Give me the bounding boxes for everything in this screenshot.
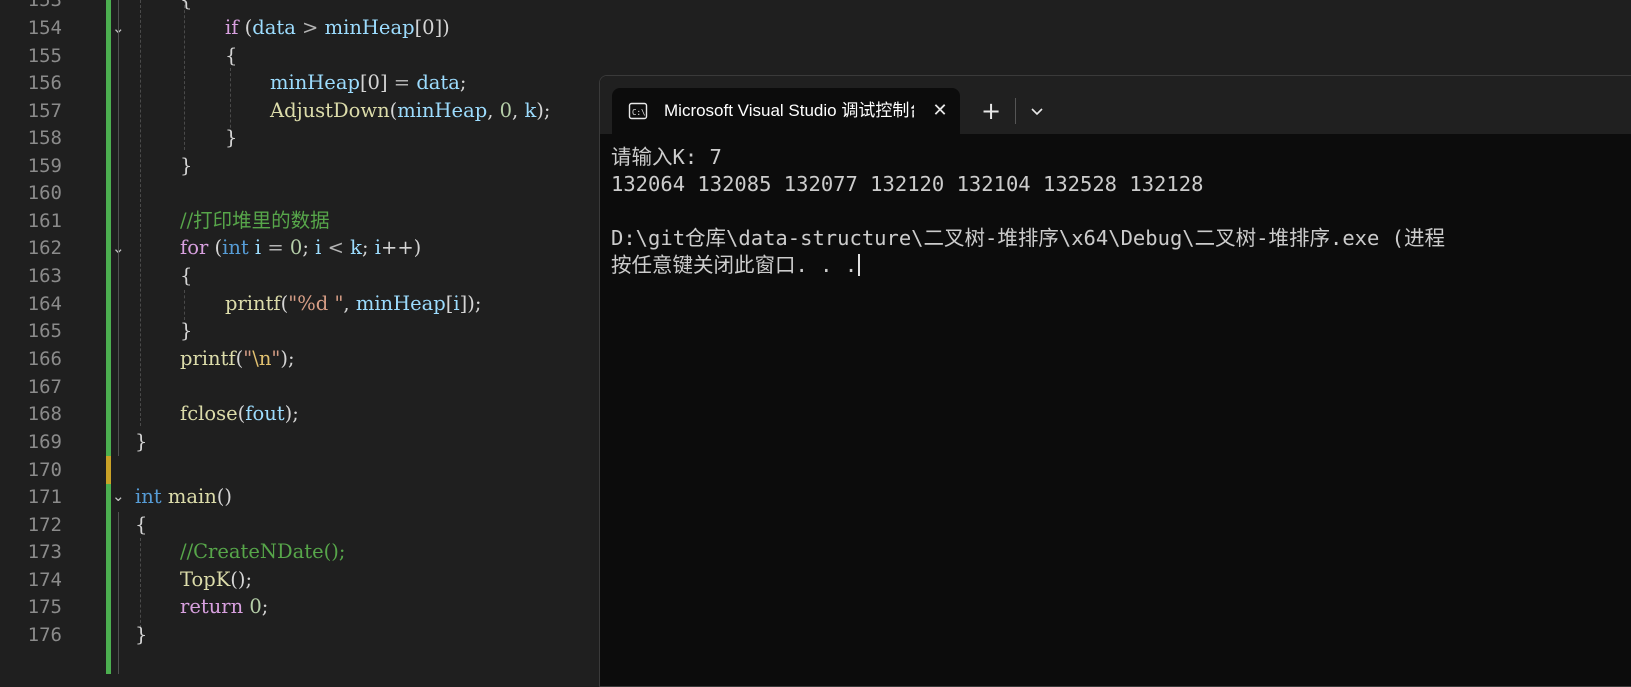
- code-line: {: [180, 0, 192, 14]
- line-number: 156: [27, 72, 62, 94]
- close-icon[interactable]: ✕: [930, 101, 950, 121]
- terminal-output[interactable]: 请输入K: 7 132064 132085 132077 132120 1321…: [611, 144, 1631, 279]
- code-line: AdjustDown(minHeap, 0, k);: [270, 99, 551, 122]
- code-line: //打印堆里的数据: [180, 209, 330, 232]
- line-number: 158: [27, 127, 62, 149]
- indent-guide: [140, 0, 141, 426]
- text-cursor: [858, 254, 861, 276]
- code-line: }: [180, 319, 193, 342]
- plus-icon[interactable]: +: [976, 96, 1006, 126]
- code-line: }: [180, 154, 193, 177]
- line-number: 169: [27, 431, 62, 453]
- indent-guide: [184, 290, 185, 320]
- change-indicator-bar: [106, 0, 111, 456]
- terminal-line-prompt: 按任意键关闭此窗口. . .: [611, 252, 1631, 279]
- line-number: 154: [27, 17, 62, 39]
- line-number: 174: [27, 569, 62, 591]
- line-number: 164: [27, 293, 62, 315]
- code-line: {: [180, 264, 193, 287]
- modified-indicator-bar: [106, 456, 111, 484]
- line-number: 165: [27, 320, 62, 342]
- indent-guide: [140, 538, 141, 628]
- divider: [1015, 98, 1016, 124]
- fold-chevron-icon[interactable]: ⌄: [112, 14, 126, 42]
- code-line: TopK();: [180, 568, 253, 591]
- code-line: {: [225, 44, 238, 67]
- line-number: 176: [27, 624, 62, 646]
- line-number: 163: [27, 265, 62, 287]
- code-line: minHeap[0] = data;: [270, 71, 467, 94]
- line-number: 175: [27, 596, 62, 618]
- line-number: 159: [27, 155, 62, 177]
- code-line: printf("\n");: [180, 347, 295, 370]
- code-line: for (int i = 0; i < k; i++): [180, 236, 422, 259]
- line-number: 172: [27, 514, 62, 536]
- line-number: 155: [27, 45, 62, 67]
- terminal-line: D:\git仓库\data-structure\二叉树-堆排序\x64\Debu…: [611, 226, 1446, 250]
- indent-guide: [118, 0, 119, 456]
- code-line: }: [225, 126, 238, 149]
- terminal-tab[interactable]: C:\ Microsoft Visual Studio 调试控制台 ✕: [612, 88, 960, 134]
- code-line: printf("%d ", minHeap[i]);: [225, 292, 482, 315]
- indent-guide: [184, 0, 185, 150]
- line-number: 166: [27, 348, 62, 370]
- line-number: 162: [27, 237, 62, 259]
- line-number: 168: [27, 403, 62, 425]
- line-number: 171: [27, 486, 62, 508]
- terminal-line: 132064 132085 132077 132120 132104 13252…: [611, 172, 1204, 196]
- terminal-line-text: 按任意键关闭此窗口. . .: [611, 253, 858, 277]
- terminal-line: 请输入K: 7: [611, 145, 722, 169]
- code-line: }: [135, 623, 148, 646]
- terminal-tab-title: Microsoft Visual Studio 调试控制台: [664, 101, 914, 120]
- indent-guide: [118, 512, 119, 674]
- code-line: {: [135, 513, 148, 536]
- chevron-down-icon[interactable]: [1024, 98, 1050, 124]
- line-number: 160: [27, 182, 62, 204]
- svg-text:C:\: C:\: [632, 108, 646, 117]
- code-line: if (data > minHeap[0]): [225, 16, 450, 39]
- line-number: 157: [27, 100, 62, 122]
- code-line: fclose(fout);: [180, 402, 299, 425]
- fold-chevron-icon[interactable]: ⌄: [112, 234, 126, 262]
- line-number: 153: [27, 0, 62, 11]
- change-indicator-bar: [106, 484, 111, 674]
- code-line: }: [135, 430, 148, 453]
- debug-console-window[interactable]: C:\ Microsoft Visual Studio 调试控制台 ✕ + 请输…: [599, 75, 1631, 687]
- line-number: 167: [27, 376, 62, 398]
- fold-chevron-icon[interactable]: ⌄: [112, 482, 126, 510]
- line-number: 170: [27, 459, 62, 481]
- terminal-titlebar[interactable]: C:\ Microsoft Visual Studio 调试控制台 ✕ +: [600, 76, 1631, 134]
- line-number: 173: [27, 541, 62, 563]
- code-line: //CreateNDate();: [180, 540, 346, 563]
- terminal-app-icon: C:\: [628, 102, 648, 120]
- line-number: 161: [27, 210, 62, 232]
- code-line: return 0;: [180, 595, 269, 618]
- code-line: int main(): [135, 485, 232, 508]
